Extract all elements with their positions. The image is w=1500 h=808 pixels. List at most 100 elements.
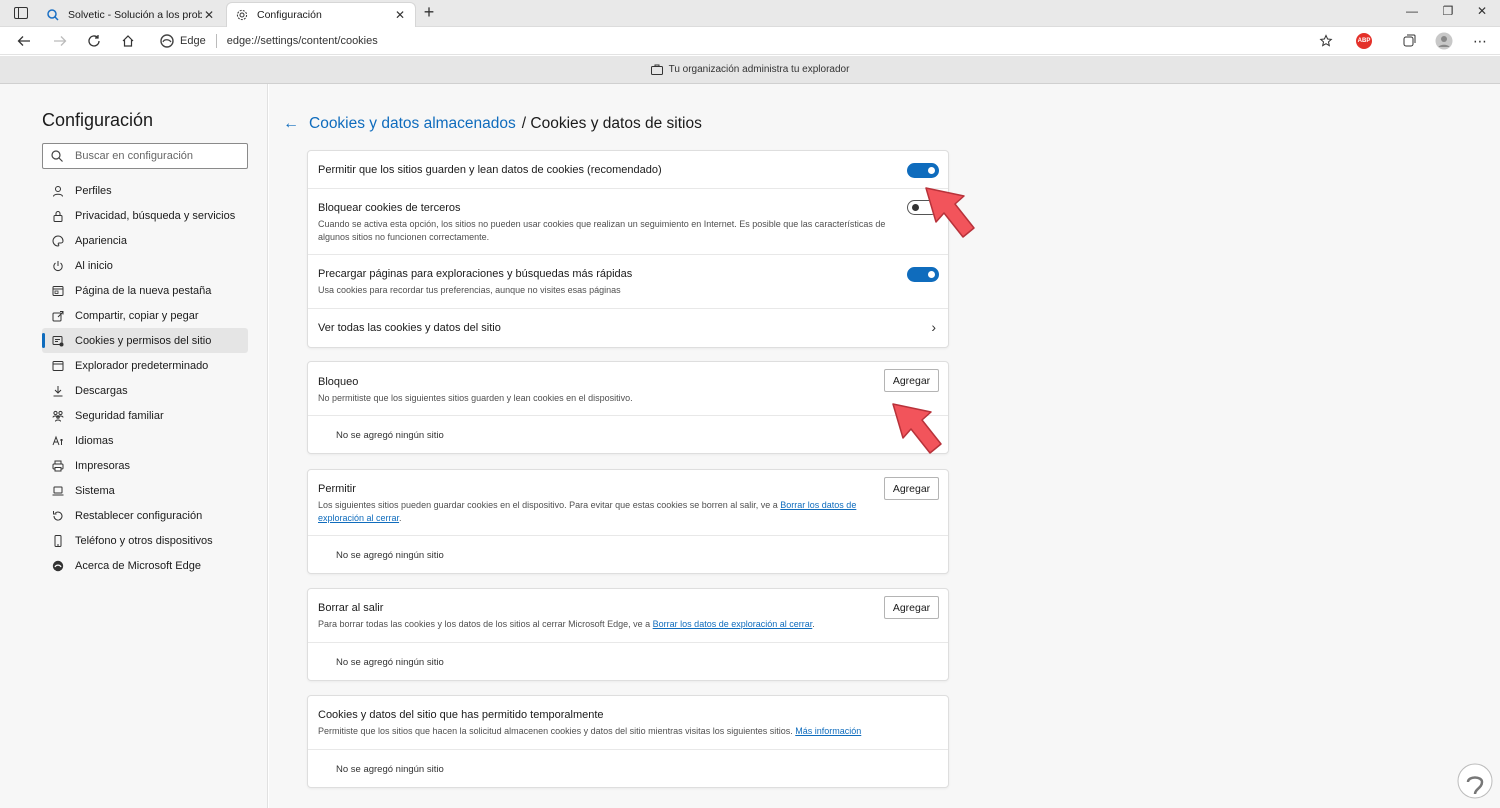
temp-desc: Permitiste que los sitios que hacen la s… [318, 726, 862, 736]
empty-list-text: No se agregó ningún sitio [336, 550, 444, 561]
solvetic-watermark-icon [1457, 763, 1493, 799]
favorites-add-icon[interactable] [1316, 31, 1336, 51]
sidebar-item-label: Compartir, copiar y pegar [75, 309, 199, 322]
profile-avatar-icon[interactable] [1434, 31, 1454, 51]
solvetic-favicon-icon [46, 8, 60, 22]
forward-icon[interactable] [50, 31, 70, 51]
annotation-arrow-icon [925, 187, 975, 238]
sidebar-item-label: Descargas [75, 384, 128, 397]
address-bar[interactable]: Edge edge://settings/content/cookies [152, 30, 1350, 52]
tab-title: Solvetic - Solución a los problem [68, 8, 202, 21]
clear-empty-row: No se agregó ningún sitio [308, 643, 948, 681]
allow-desc: Los siguientes sitios pueden guardar coo… [318, 500, 857, 523]
sidebar-item-seguridad-familiar[interactable]: Seguridad familiar [42, 403, 248, 428]
settings-main: ← Cookies y datos almacenados / Cookies … [269, 84, 1500, 808]
sidebar-item-label: Idiomas [75, 434, 114, 447]
back-arrow-icon[interactable]: ← [283, 115, 299, 133]
block-third-party-row: Bloquear cookies de terceros Cuando se a… [308, 189, 948, 255]
printer-icon [50, 458, 66, 474]
more-options-icon[interactable]: ⋯ [1470, 31, 1490, 51]
sidebar-item-sistema[interactable]: Sistema [42, 478, 248, 503]
sidebar-item-descargas[interactable]: Descargas [42, 378, 248, 403]
sidebar-item-apariencia[interactable]: Apariencia [42, 228, 248, 253]
more-info-link[interactable]: Más información [795, 726, 861, 736]
sidebar-item-label: Restablecer configuración [75, 509, 203, 522]
adblock-plus-icon[interactable]: ABP [1356, 33, 1372, 49]
sidebar-item-label: Cookies y permisos del sitio [75, 334, 212, 347]
refresh-icon[interactable] [84, 31, 104, 51]
profile-icon [50, 183, 66, 199]
temp-empty-row: No se agregó ningún sitio [308, 750, 948, 788]
sidebar-item-explorador[interactable]: Explorador predeterminado [42, 353, 248, 378]
tab-bar: Solvetic - Solución a los problem ✕ Conf… [0, 0, 1500, 27]
sidebar-item-cookies[interactable]: Cookies y permisos del sitio [42, 328, 248, 353]
add-allow-button[interactable]: Agregar [884, 477, 939, 500]
sidebar-item-acerca[interactable]: Acerca de Microsoft Edge [42, 553, 248, 578]
clear-on-close-link[interactable]: Borrar los datos de exploración al cerra… [653, 619, 813, 629]
phone-icon [50, 533, 66, 549]
allow-empty-row: No se agregó ningún sitio [308, 536, 948, 574]
browser-brand-label: Edge [180, 35, 206, 47]
annotation-arrow-icon [892, 403, 942, 454]
briefcase-icon [650, 64, 663, 75]
allow-cookies-toggle[interactable] [907, 163, 939, 178]
see-all-cookies-row[interactable]: Ver todas las cookies y datos del sitio … [308, 309, 948, 347]
close-tab-icon[interactable]: ✕ [393, 8, 407, 22]
tab-solvetic[interactable]: Solvetic - Solución a los problem ✕ [38, 2, 224, 27]
add-clear-button[interactable]: Agregar [884, 596, 939, 619]
new-tab-icon[interactable]: + [420, 3, 438, 22]
search-icon [51, 150, 65, 162]
managed-info-bar: Tu organización administra tu explorador [0, 56, 1500, 84]
clear-title: Borrar al salir [318, 602, 384, 614]
settings-search-box[interactable] [42, 143, 248, 169]
breadcrumb-parent-link[interactable]: Cookies y datos almacenados [309, 115, 516, 133]
home-icon[interactable] [118, 31, 138, 51]
edge-logo-icon [50, 558, 66, 574]
sidebar-item-label: Apariencia [75, 234, 127, 247]
page-title: / Cookies y datos de sitios [521, 115, 702, 132]
sidebar-item-al-inicio[interactable]: Al inicio [42, 253, 248, 278]
tab-actions-icon[interactable] [12, 5, 30, 21]
sidebar-item-compartir[interactable]: Compartir, copiar y pegar [42, 303, 248, 328]
add-block-button[interactable]: Agregar [884, 369, 939, 392]
tab-title: Configuración [257, 9, 322, 21]
sidebar-item-idiomas[interactable]: Idiomas [42, 428, 248, 453]
sidebar-item-impresoras[interactable]: Impresoras [42, 453, 248, 478]
allow-title: Permitir [318, 483, 356, 495]
back-icon[interactable] [14, 31, 34, 51]
laptop-icon [50, 483, 66, 499]
sidebar-item-label: Página de la nueva pestaña [75, 284, 212, 297]
power-icon [50, 258, 66, 274]
url-text[interactable]: edge://settings/content/cookies [227, 35, 378, 47]
family-icon [50, 408, 66, 424]
palette-icon [50, 233, 66, 249]
see-all-cookies-title: Ver todas las cookies y datos del sitio [318, 322, 501, 334]
temp-title: Cookies y datos del sitio que has permit… [318, 709, 604, 721]
allow-list-card: Permitir Los siguientes sitios pueden gu… [307, 469, 949, 574]
tab-configuracion[interactable]: Configuración ✕ [226, 2, 416, 27]
sidebar-item-privacidad[interactable]: Privacidad, búsqueda y servicios [42, 203, 248, 228]
preload-toggle[interactable] [907, 267, 939, 282]
sidebar-item-label: Sistema [75, 484, 115, 497]
sidebar-item-nueva-pestana[interactable]: Página de la nueva pestaña [42, 278, 248, 303]
empty-list-text: No se agregó ningún sitio [336, 657, 444, 668]
address-separator [215, 34, 217, 48]
restore-icon[interactable]: ❐ [1438, 4, 1458, 18]
empty-list-text: No se agregó ningún sitio [336, 764, 444, 775]
search-input[interactable] [75, 150, 235, 162]
close-window-icon[interactable]: ✕ [1472, 4, 1492, 18]
block-title: Bloqueo [318, 376, 359, 388]
minimize-icon[interactable]: — [1402, 4, 1422, 18]
collections-icon[interactable] [1399, 31, 1419, 51]
block-empty-row: No se agregó ningún sitio [308, 416, 948, 454]
sidebar-item-perfiles[interactable]: Perfiles [42, 178, 248, 203]
block-header-row: Bloqueo No permitiste que los siguientes… [308, 362, 948, 416]
empty-list-text: No se agregó ningún sitio [336, 430, 444, 441]
settings-sidebar: Configuración Perfiles Privacidad, búsqu… [0, 84, 268, 808]
share-icon [50, 308, 66, 324]
sidebar-item-label: Perfiles [75, 184, 112, 197]
close-tab-icon[interactable]: ✕ [202, 8, 216, 22]
chevron-right-icon: › [931, 319, 936, 335]
sidebar-item-telefono[interactable]: Teléfono y otros dispositivos [42, 528, 248, 553]
sidebar-item-restablecer[interactable]: Restablecer configuración [42, 503, 248, 528]
